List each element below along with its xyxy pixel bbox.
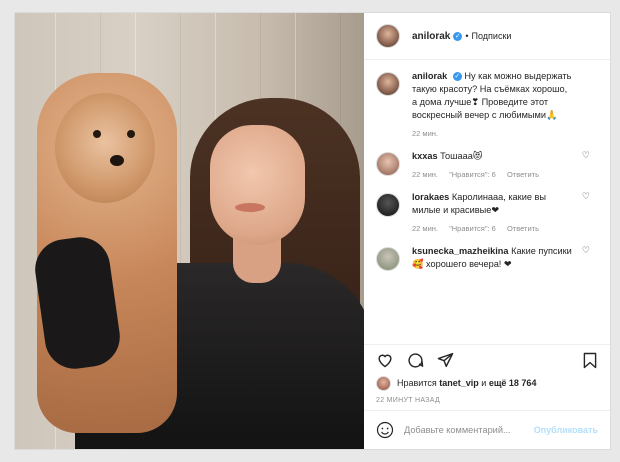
caption: anilorak ✓ Ну как можно выдержать такую …: [376, 70, 596, 140]
verified-icon: ✓: [452, 72, 462, 82]
emoji-icon[interactable]: [376, 421, 394, 439]
heart-icon[interactable]: ♡: [582, 191, 590, 202]
likes-prefix: Нравится: [397, 378, 437, 388]
heart-icon[interactable]: ♡: [582, 245, 590, 256]
avatar[interactable]: [376, 247, 400, 271]
post-sidebar: anilorak ✓ • Подписки anilorak ✓ Ну как …: [364, 13, 610, 449]
like-heart-icon[interactable]: [376, 352, 394, 368]
comment-username[interactable]: ksunecka_mazheikina: [412, 246, 509, 256]
post-timestamp[interactable]: 22 МИНУТ НАЗАД: [364, 391, 610, 410]
photo-dog-eye: [127, 130, 135, 138]
action-bar: [364, 344, 610, 375]
avatar[interactable]: [376, 72, 400, 96]
photo-face: [210, 125, 305, 245]
comment-likes[interactable]: "Нравится": 6: [449, 224, 496, 233]
verified-icon: ✓: [453, 31, 463, 41]
comments-list[interactable]: anilorak ✓ Ну как можно выдержать такую …: [364, 60, 610, 344]
header-username[interactable]: anilorak: [412, 31, 450, 42]
bookmark-icon[interactable]: [583, 352, 597, 369]
likes-middle: и: [481, 378, 487, 388]
avatar[interactable]: [376, 375, 391, 391]
post-photo[interactable]: [15, 13, 364, 449]
photo-dog-eye: [93, 130, 101, 138]
avatar[interactable]: [376, 193, 400, 217]
likes-count[interactable]: ещё 18 764: [489, 378, 537, 388]
reply-button[interactable]: Ответить: [507, 224, 539, 233]
add-comment-bar: Добавьте комментарий... Опубликовать: [364, 410, 610, 449]
photo-lips: [235, 203, 265, 212]
likes-summary: Нравится tanet_vip и ещё 18 764: [364, 375, 610, 391]
caption-username[interactable]: anilorak: [412, 71, 447, 81]
avatar[interactable]: [376, 152, 400, 176]
avatar[interactable]: [376, 24, 400, 48]
comment-icon[interactable]: [407, 352, 424, 369]
heart-icon[interactable]: ♡: [582, 150, 590, 161]
comment-username[interactable]: lorakaes: [412, 192, 449, 202]
comment-time[interactable]: 22 мин.: [412, 224, 438, 233]
comment-username[interactable]: kxxas: [412, 151, 438, 161]
photo-dog-nose: [110, 155, 124, 166]
following-button[interactable]: Подписки: [472, 31, 512, 41]
list-item: lorakaes Каролинааа, какие вы милые и кр…: [376, 191, 596, 235]
comment-input[interactable]: Добавьте комментарий...: [404, 425, 534, 435]
instagram-post: anilorak ✓ • Подписки anilorak ✓ Ну как …: [14, 12, 611, 450]
comment-time[interactable]: 22 мин.: [412, 170, 438, 179]
photo-dog-face: [55, 93, 155, 203]
comment-likes[interactable]: "Нравится": 6: [449, 170, 496, 179]
list-item: kxxas Тошааа😻 22 мин. "Нравится": 6 Отве…: [376, 150, 596, 181]
share-icon[interactable]: [437, 352, 454, 368]
post-header: anilorak ✓ • Подписки: [364, 13, 610, 60]
likes-user[interactable]: tanet_vip: [439, 378, 479, 388]
separator-dot: •: [465, 31, 469, 41]
publish-button[interactable]: Опубликовать: [534, 425, 598, 435]
caption-time[interactable]: 22 мин.: [412, 129, 438, 138]
list-item: ksunecka_mazheikina Какие пупсики 🥰 хоро…: [376, 245, 596, 271]
comment-text: Тошааа😻: [440, 151, 483, 161]
reply-button[interactable]: Ответить: [507, 170, 539, 179]
